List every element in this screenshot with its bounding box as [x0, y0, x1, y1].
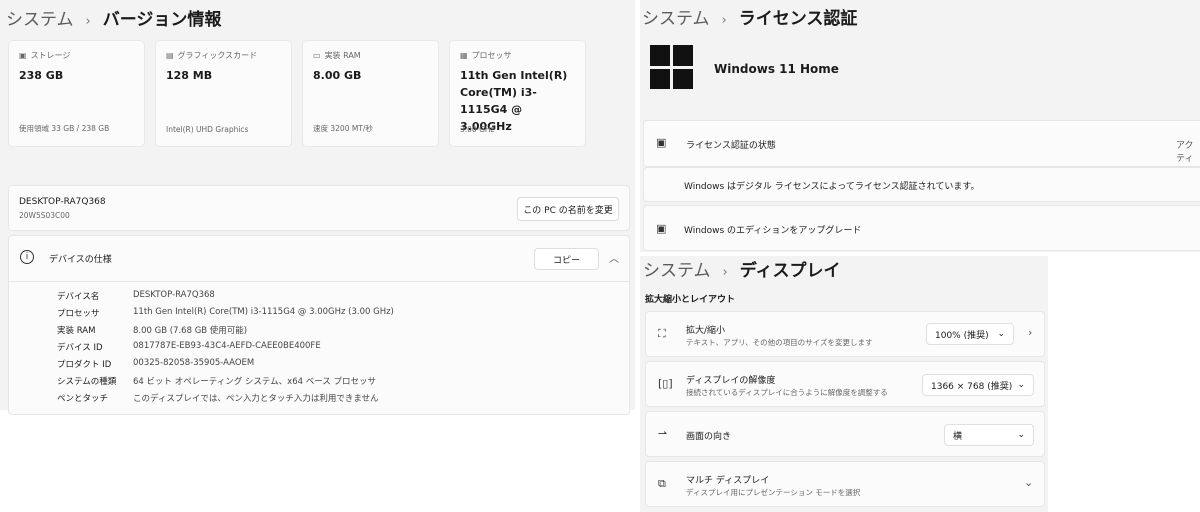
- chevron-right-icon[interactable]: ›: [1028, 326, 1032, 339]
- card-label: プロセッサ: [471, 51, 512, 60]
- info-icon: i: [20, 250, 34, 264]
- chevron-down-icon[interactable]: ⌄: [1024, 476, 1033, 489]
- chevron-down-icon: ⌄: [1017, 380, 1025, 390]
- processor-card[interactable]: ▦ プロセッサ 11th Gen Intel(R) Core(TM) i3-1115…: [449, 40, 586, 147]
- breadcrumb-parent[interactable]: システム: [6, 10, 74, 30]
- breadcrumb-parent[interactable]: システム: [642, 9, 710, 29]
- multiple-displays-icon: ⧉: [658, 477, 666, 490]
- device-name-row: DESKTOP-RA7Q368 20W5S03C00 この PC の名前を変更: [8, 185, 630, 231]
- spec-row: 実装 RAM 8.00 GB (7.68 GB 使用可能): [57, 326, 248, 336]
- chevron-right-icon: ›: [721, 13, 727, 28]
- page-title: ライセンス認証: [738, 9, 858, 29]
- card-value: 128 MB: [166, 69, 213, 82]
- activation-state-row[interactable]: ▣ ライセンス認証の状態 アクティ: [643, 120, 1200, 167]
- orientation-icon: ⇀: [658, 427, 668, 440]
- card-label: 実装 RAM: [324, 51, 361, 60]
- scale-row[interactable]: ⛶ 拡大/縮小 テキスト、アプリ、その他の項目のサイズを変更します 100% (…: [645, 311, 1045, 357]
- activation-detail-row: Windows はデジタル ライセンスによってライセンス認証されています。: [643, 167, 1200, 202]
- card-sub: 速度 3200 MT/秒: [313, 124, 373, 133]
- breadcrumb-parent[interactable]: システム: [643, 261, 711, 281]
- display-panel: システム › ディスプレイ 拡大縮小とレイアウト ⛶ 拡大/縮小 テキスト、アプリ、…: [640, 256, 1048, 512]
- chevron-up-icon[interactable]: ︿: [609, 250, 619, 265]
- page-title: バージョン情報: [102, 10, 222, 30]
- storage-icon: ▣: [19, 51, 27, 60]
- section-heading: 拡大縮小とレイアウト: [645, 295, 736, 305]
- card-sub: 使用領域 33 GB / 238 GB: [19, 124, 110, 133]
- chevron-down-icon: ⌄: [997, 329, 1005, 339]
- processor-icon: ▦: [460, 51, 468, 60]
- ram-card[interactable]: ▭ 実装 RAM 8.00 GB 速度 3200 MT/秒: [302, 40, 439, 147]
- card-label: ストレージ: [30, 51, 71, 60]
- spec-row: プロダクト ID 00325-82058-35905-AAOEM: [57, 358, 255, 370]
- gpu-icon: ▤: [166, 51, 174, 60]
- spec-row: プロセッサ 11th Gen Intel(R) Core(TM) i3-1115G…: [57, 307, 394, 319]
- card-value: 238 GB: [19, 69, 64, 82]
- card-sub: 3.00 GHz: [460, 125, 495, 134]
- row-desc: テキスト、アプリ、その他の項目のサイズを変更します: [686, 338, 873, 347]
- rename-pc-button[interactable]: この PC の名前を変更: [517, 197, 619, 221]
- specs-header[interactable]: i デバイスの仕様 コピー ︿: [9, 236, 629, 282]
- row-desc: ディスプレイ用にプレゼンテーション モードを選択: [686, 488, 861, 497]
- card-sub: Intel(R) UHD Graphics: [166, 125, 249, 134]
- specs-title: デバイスの仕様: [49, 255, 112, 265]
- chevron-right-icon: ›: [85, 14, 91, 29]
- certificate-icon: ▣: [656, 136, 667, 149]
- chevron-right-icon: ›: [722, 265, 728, 280]
- multiple-displays-row[interactable]: ⧉ マルチ ディスプレイ ディスプレイ用にプレゼンテーション モードを選択 ⌄: [645, 461, 1045, 507]
- breadcrumb: システム › バージョン情報: [6, 5, 221, 30]
- row-desc: 接続されているディスプレイに合うように解像度を調整する: [686, 388, 888, 397]
- orientation-dropdown[interactable]: 横 ⌄: [944, 424, 1034, 446]
- orientation-row: ⇀ 画面の向き 横 ⌄: [645, 411, 1045, 457]
- about-panel: システム › バージョン情報 ▣ ストレージ 238 GB 使用領域 33 GB / 23…: [0, 0, 635, 415]
- resolution-row: [▯] ディスプレイの解像度 接続されているディスプレイに合うように解像度を調整…: [645, 361, 1045, 407]
- storage-card[interactable]: ▣ ストレージ 238 GB 使用領域 33 GB / 238 GB: [8, 40, 145, 147]
- row-title: 画面の向き: [686, 432, 732, 442]
- breadcrumb: システム › ディスプレイ: [643, 256, 841, 281]
- upgrade-edition-label: Windows のエディションをアップグレード: [684, 226, 862, 236]
- spec-row: デバイス ID 0817787E-EB93-43C4-AEFD-CAEE0BE40…: [57, 341, 321, 353]
- spec-row: システムの種類 64 ビット オペレーティング システム、x64 ベース プロセッ…: [57, 377, 376, 387]
- row-title: ディスプレイの解像度: [686, 376, 776, 386]
- activation-detail: Windows はデジタル ライセンスによってライセンス認証されています。: [684, 182, 980, 192]
- card-label: グラフィックスカード: [177, 51, 258, 60]
- windows-logo-icon: [650, 45, 693, 89]
- copy-button[interactable]: コピー: [534, 248, 599, 270]
- row-title: マルチ ディスプレイ: [686, 476, 770, 486]
- breadcrumb: システム › ライセンス認証: [642, 4, 857, 29]
- activation-state-value: アクティ: [1176, 141, 1194, 164]
- resolution-dropdown[interactable]: 1366 × 768 (推奨) ⌄: [922, 374, 1034, 396]
- resolution-icon: [▯]: [658, 377, 673, 390]
- device-specs-section: i デバイスの仕様 コピー ︿ デバイス名 DESKTOP-RA7Q368 プロセ…: [8, 235, 630, 415]
- activation-panel: システム › ライセンス認証 Windows 11 Home ▣ ライセンス認証の状…: [640, 0, 1200, 252]
- chevron-down-icon: ⌄: [1017, 430, 1025, 440]
- upgrade-edition-row[interactable]: ▣ Windows のエディションをアップグレード: [643, 205, 1200, 251]
- spec-row: ペンとタッチ このディスプレイでは、ペン入力とタッチ入力は利用できません: [57, 394, 379, 404]
- spec-row: デバイス名 DESKTOP-RA7Q368: [57, 290, 215, 302]
- gpu-card[interactable]: ▤ グラフィックスカード 128 MB Intel(R) UHD Graphics: [155, 40, 292, 147]
- windows-edition: Windows 11 Home: [714, 62, 839, 76]
- activation-state-label: ライセンス認証の状態: [686, 141, 776, 151]
- ram-icon: ▭: [313, 51, 321, 60]
- device-model: 20W5S03C00: [19, 211, 70, 220]
- row-title: 拡大/縮小: [686, 326, 726, 336]
- certificate-icon: ▣: [656, 222, 667, 235]
- card-value: 8.00 GB: [313, 69, 362, 82]
- scale-dropdown[interactable]: 100% (推奨) ⌄: [926, 323, 1014, 345]
- scale-icon: ⛶: [658, 327, 666, 340]
- device-name: DESKTOP-RA7Q368: [19, 197, 106, 207]
- page-title: ディスプレイ: [739, 261, 841, 281]
